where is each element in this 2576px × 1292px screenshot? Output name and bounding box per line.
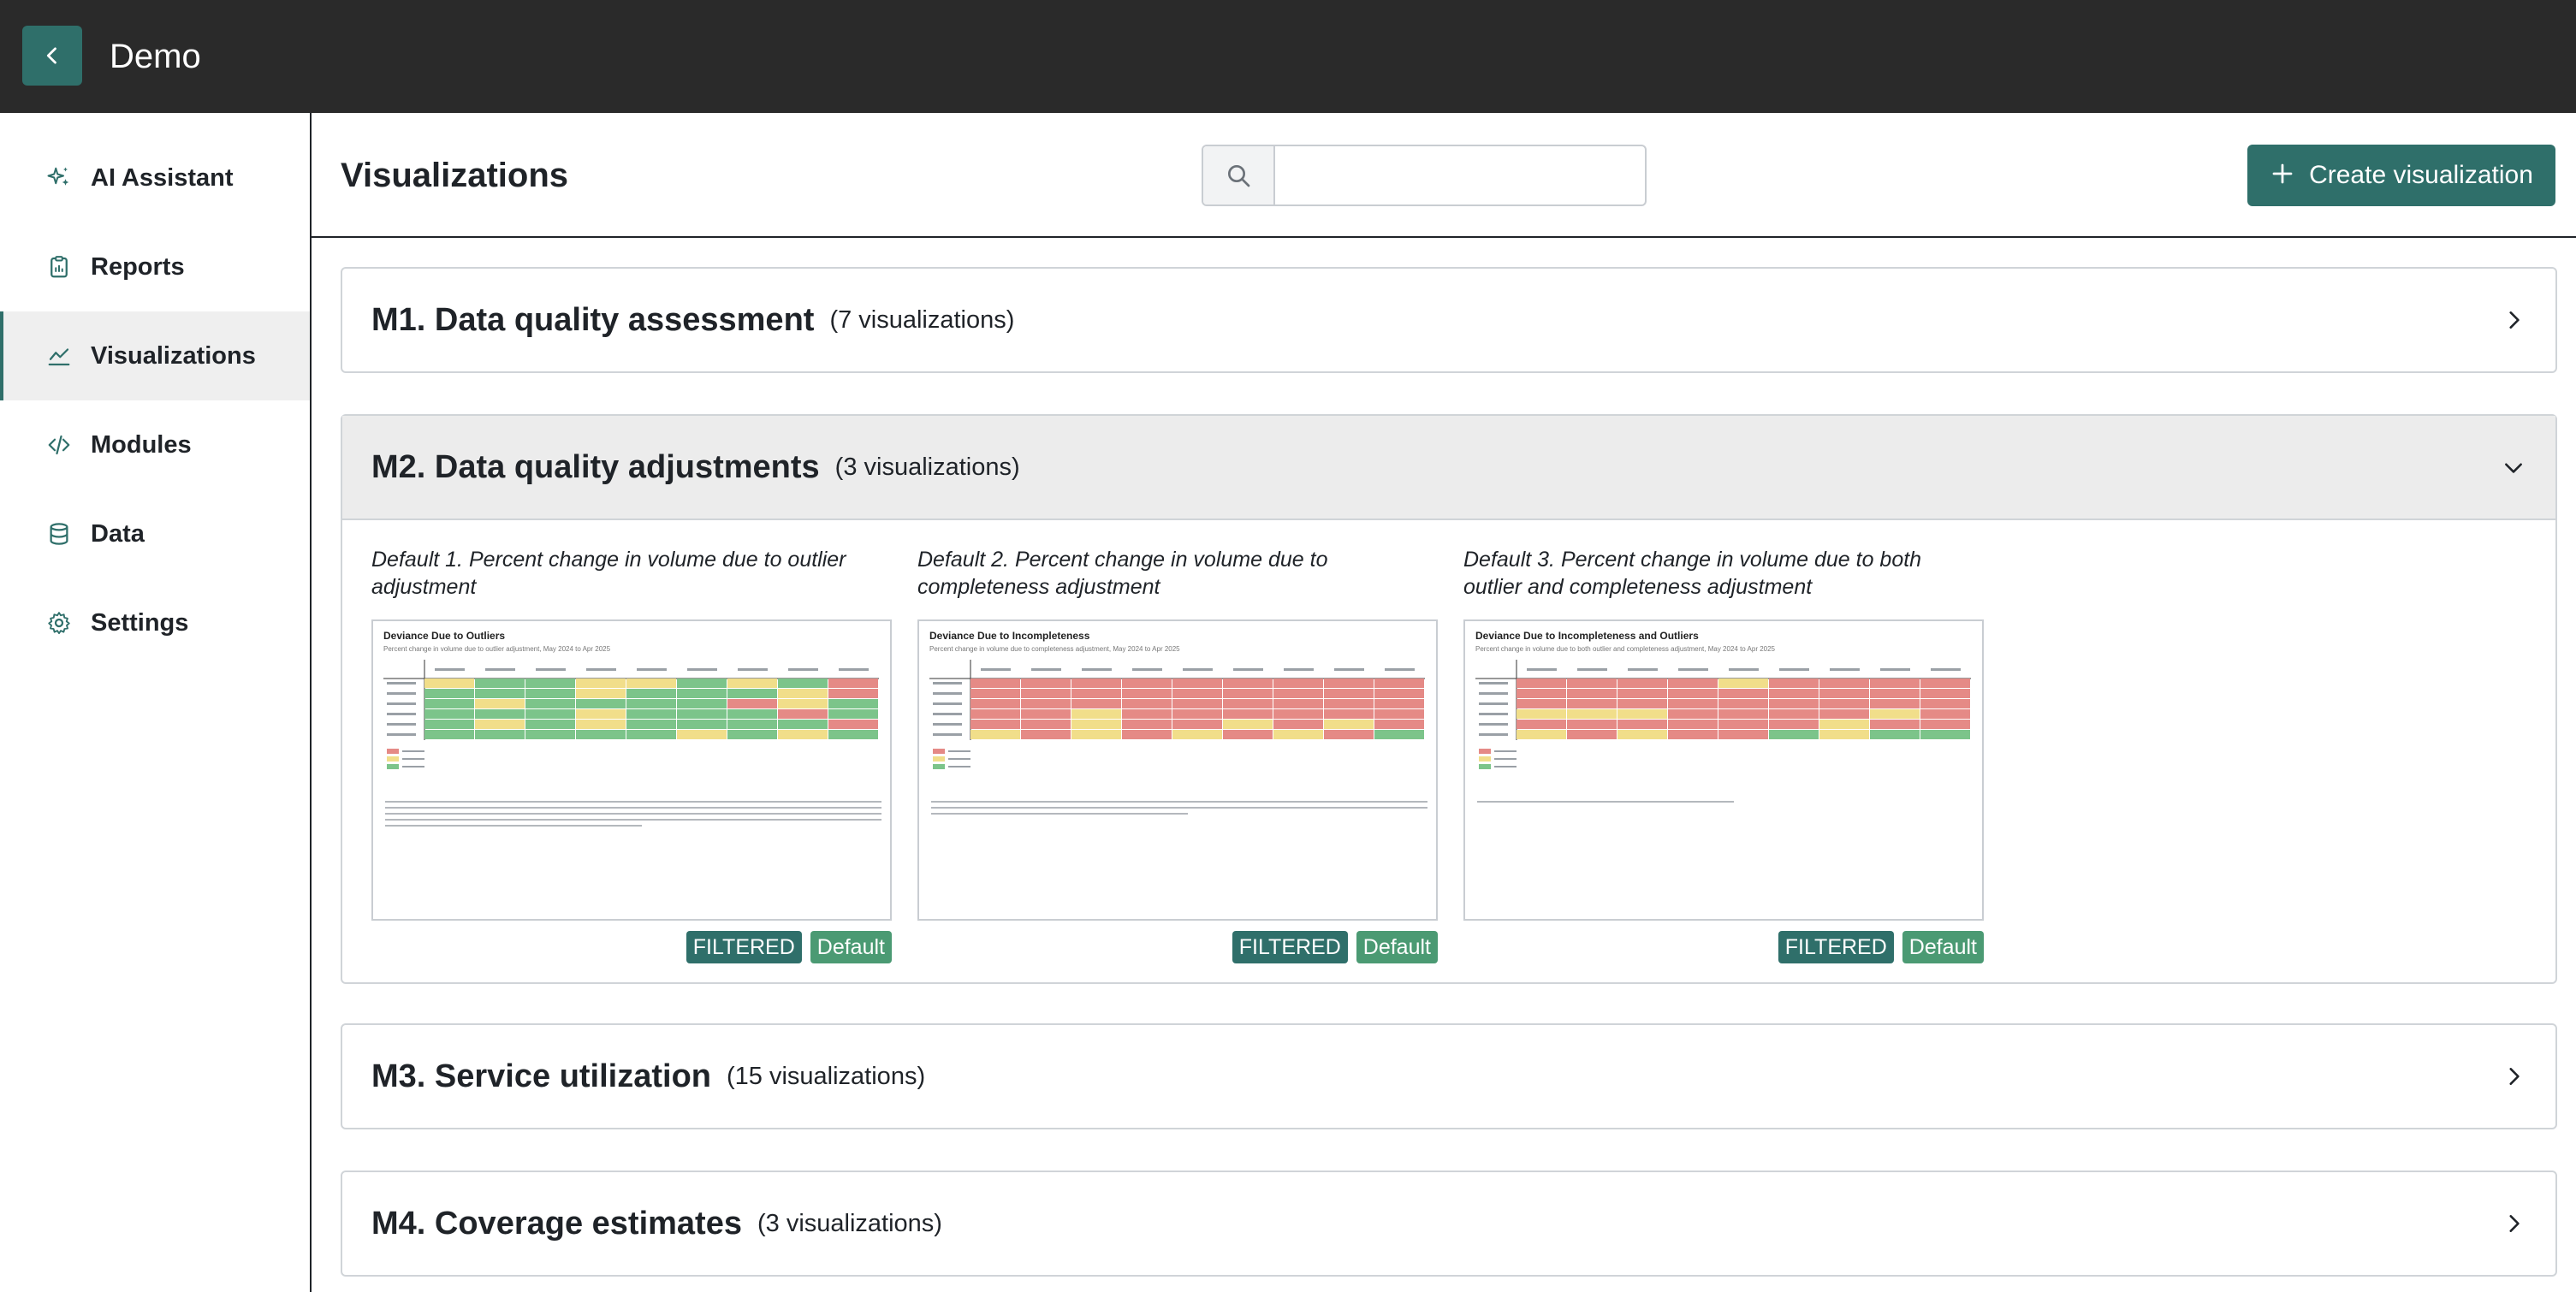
search-box: [1202, 145, 1647, 206]
thumbnail-notes: [1477, 801, 1734, 803]
sidebar-item-label: Modules: [91, 430, 192, 459]
plus-icon: [2270, 158, 2295, 193]
module-m4: M4. Coverage estimates (3 visualizations…: [341, 1171, 2557, 1277]
thumbnail-notes: [385, 801, 881, 827]
line-chart-icon: [45, 341, 74, 370]
module-header[interactable]: M3. Service utilization (15 visualizatio…: [342, 1025, 2555, 1128]
sidebar-item-label: Reports: [91, 252, 185, 281]
search-input[interactable]: [1275, 146, 1645, 204]
filtered-badge: FILTERED: [1232, 931, 1348, 963]
sidebar-item-label: Settings: [91, 608, 189, 637]
sidebar-item-settings[interactable]: Settings: [0, 578, 310, 667]
database-icon: [45, 519, 74, 548]
visualization-card[interactable]: Default 3. Percent change in volume due …: [1463, 546, 1984, 963]
sidebar-item-label: Visualizations: [91, 341, 256, 370]
page-header: Visualizations Create visualization: [312, 113, 2576, 238]
module-m1: M1. Data quality assessment (7 visualiza…: [341, 267, 2557, 373]
module-title: M3. Service utilization: [371, 1058, 711, 1094]
thumbnail-heatmap: [383, 660, 879, 769]
thumbnail-title: Deviance Due to Incompleteness and Outli…: [1475, 630, 1699, 642]
chevron-left-icon: [46, 47, 56, 64]
visualization-thumbnail[interactable]: Deviance Due to Outliers Percent change …: [371, 619, 892, 921]
chevron-right-icon: [2501, 1064, 2526, 1089]
main-content: Visualizations Create visualization M1. …: [312, 113, 2576, 1292]
module-count: (3 visualizations): [757, 1209, 942, 1237]
sidebar-item-visualizations[interactable]: Visualizations: [0, 311, 310, 400]
module-count: (7 visualizations): [829, 305, 1015, 334]
module-title: M1. Data quality assessment: [371, 301, 815, 338]
search-icon[interactable]: [1203, 146, 1275, 204]
page-title: Visualizations: [341, 157, 569, 194]
module-title: M4. Coverage estimates: [371, 1205, 742, 1242]
sidebar-item-reports[interactable]: Reports: [0, 222, 310, 311]
filtered-badge: FILTERED: [1778, 931, 1894, 963]
default-badge: Default: [1356, 931, 1438, 963]
module-m3: M3. Service utilization (15 visualizatio…: [341, 1023, 2557, 1129]
chevron-right-icon: [2501, 307, 2526, 333]
visualization-cards: Default 1. Percent change in volume due …: [342, 520, 2555, 982]
clipboard-icon: [45, 252, 74, 282]
filtered-badge: FILTERED: [686, 931, 802, 963]
card-badges: FILTERED Default: [371, 931, 892, 963]
thumbnail-heatmap: [1475, 660, 1971, 769]
top-bar: Demo: [0, 0, 2576, 113]
module-header[interactable]: M1. Data quality assessment (7 visualiza…: [342, 269, 2555, 371]
visualization-thumbnail[interactable]: Deviance Due to Incompleteness Percent c…: [917, 619, 1438, 921]
visualization-thumbnail[interactable]: Deviance Due to Incompleteness and Outli…: [1463, 619, 1984, 921]
card-title: Default 3. Percent change in volume due …: [1463, 548, 1922, 599]
create-visualization-button[interactable]: Create visualization: [2247, 145, 2555, 206]
module-count: (3 visualizations): [834, 453, 1020, 481]
app-title: Demo: [110, 38, 201, 75]
thumbnail-subtitle: Percent change in volume due to outlier …: [383, 645, 611, 653]
code-icon: [45, 430, 74, 459]
sidebar-item-modules[interactable]: Modules: [0, 400, 310, 489]
default-badge: Default: [810, 931, 892, 963]
thumbnail-subtitle: Percent change in volume due to complete…: [929, 645, 1180, 653]
card-badges: FILTERED Default: [917, 931, 1438, 963]
sidebar-item-data[interactable]: Data: [0, 489, 310, 578]
sidebar: AI Assistant Reports Visualizations Modu…: [0, 113, 312, 1292]
card-title: Default 2. Percent change in volume due …: [917, 548, 1328, 599]
default-badge: Default: [1902, 931, 1984, 963]
sparkles-icon: [45, 163, 74, 193]
gear-icon: [45, 608, 74, 637]
sidebar-item-label: Data: [91, 519, 145, 548]
back-button[interactable]: [22, 26, 82, 86]
thumbnail-heatmap: [929, 660, 1425, 769]
chevron-down-icon: [2501, 454, 2526, 480]
module-header[interactable]: M4. Coverage estimates (3 visualizations…: [342, 1172, 2555, 1275]
thumbnail-title: Deviance Due to Outliers: [383, 630, 506, 642]
visualization-card[interactable]: Default 1. Percent change in volume due …: [371, 546, 892, 963]
sidebar-item-label: AI Assistant: [91, 163, 234, 192]
module-count: (15 visualizations): [727, 1062, 926, 1090]
thumbnail-notes: [931, 801, 1427, 815]
sidebar-item-ai-assistant[interactable]: AI Assistant: [0, 133, 310, 222]
module-title: M2. Data quality adjustments: [371, 448, 820, 485]
module-m2: M2. Data quality adjustments (3 visualiz…: [341, 414, 2557, 984]
create-visualization-label: Create visualization: [2309, 161, 2533, 189]
visualization-card[interactable]: Default 2. Percent change in volume due …: [917, 546, 1438, 963]
card-title: Default 1. Percent change in volume due …: [371, 548, 846, 599]
chevron-right-icon: [2501, 1211, 2526, 1236]
card-badges: FILTERED Default: [1463, 931, 1984, 963]
thumbnail-subtitle: Percent change in volume due to both out…: [1475, 645, 1775, 653]
thumbnail-title: Deviance Due to Incompleteness: [929, 630, 1090, 642]
module-header[interactable]: M2. Data quality adjustments (3 visualiz…: [342, 416, 2555, 520]
